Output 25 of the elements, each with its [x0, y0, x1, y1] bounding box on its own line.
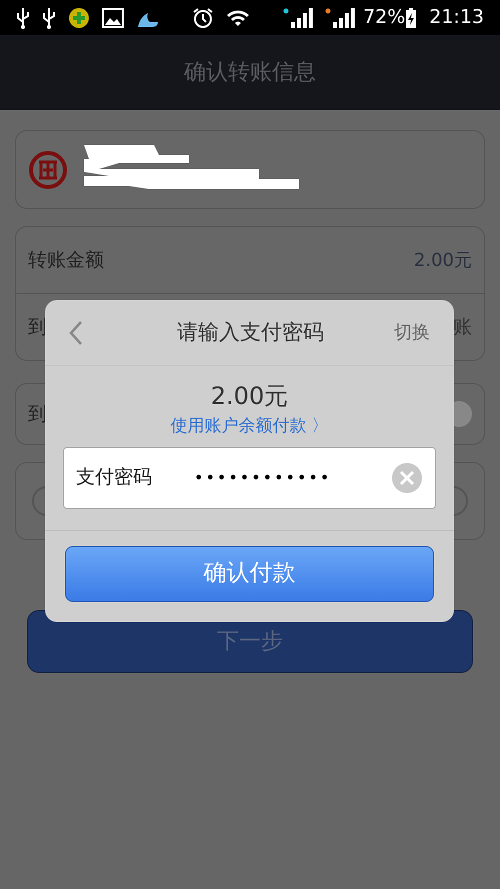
- clock: 21:13: [429, 5, 484, 30]
- password-field[interactable]: 支付密码 ••••••••••••: [63, 446, 436, 508]
- amount-value: 2.00元: [414, 248, 472, 272]
- signal-icon: [283, 6, 314, 28]
- password-label: 支付密码: [76, 465, 153, 490]
- confirm-payment-button[interactable]: 确认付款: [65, 546, 434, 602]
- usb-icon: [16, 6, 30, 28]
- image-icon: [102, 6, 124, 28]
- usb-icon: [42, 6, 56, 28]
- password-value: ••••••••••••: [194, 466, 332, 488]
- clear-icon[interactable]: [391, 462, 423, 494]
- page-title: 确认转账信息: [184, 59, 316, 87]
- wifi-icon: [225, 8, 252, 28]
- dialog-title: 请输入支付密码: [177, 318, 324, 346]
- balance-link[interactable]: 使用账户余额付款 〉: [170, 414, 329, 440]
- alarm-icon: [192, 6, 214, 28]
- bank-logo-icon: [28, 150, 68, 190]
- signal-icon: [325, 6, 356, 28]
- battery-charging-icon: [405, 6, 418, 28]
- amount-label: 转账金额: [28, 248, 104, 273]
- battery-percent: 72%: [363, 5, 406, 30]
- switch-link[interactable]: 切换: [394, 319, 430, 346]
- back-icon[interactable]: [69, 320, 83, 346]
- plus-badge-icon: [68, 6, 90, 28]
- payment-amount: 2.00元: [210, 381, 288, 412]
